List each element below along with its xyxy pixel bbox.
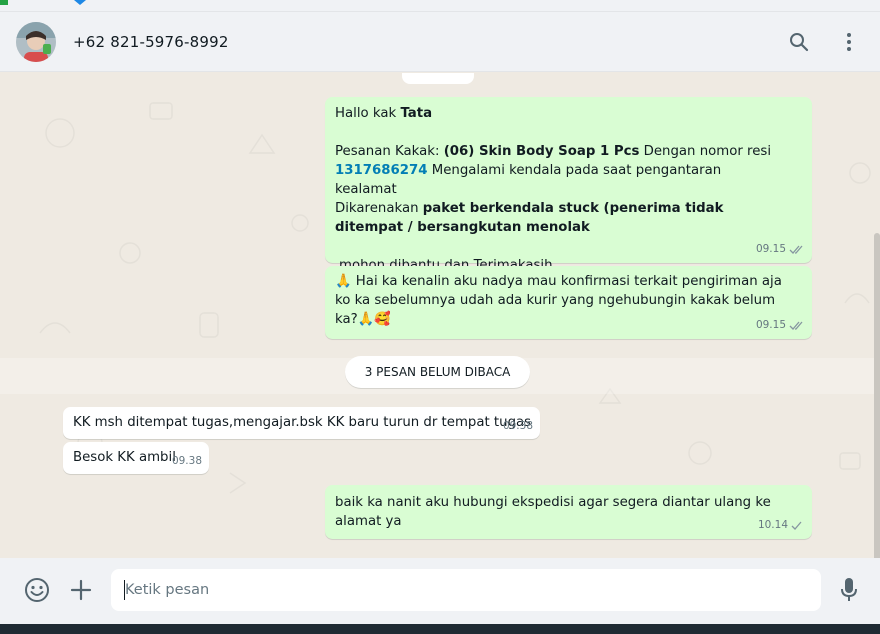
outgoing-message[interactable]: Hallo kak Tata Pesanan Kakak: (06) Skin …	[325, 97, 812, 273]
message-list[interactable]: Hallo kak Tata Pesanan Kakak: (06) Skin …	[0, 73, 880, 558]
message-text: KK msh ditempat tugas,mengajar.bsk KK ba…	[73, 415, 532, 430]
microphone-icon[interactable]	[835, 576, 863, 604]
message-time: 09.38	[502, 420, 533, 432]
message-text: baik ka nanit aku hubungi ekspedisi agar…	[335, 495, 771, 529]
message-order-details: Pesanan Kakak: (06) Skin Body Soap 1 Pcs…	[335, 144, 772, 235]
message-text: Besok KK ambil	[73, 450, 176, 465]
double-check-icon	[789, 321, 803, 330]
unread-messages-divider: 3 PESAN BELUM DIBACA	[345, 356, 530, 388]
more-vertical-icon[interactable]	[837, 30, 861, 54]
message-time: 09.38	[171, 455, 202, 467]
message-time: 10.14	[758, 516, 803, 535]
text-caret	[124, 580, 125, 600]
date-pill	[402, 73, 474, 84]
composer-bar	[0, 558, 880, 624]
tab-indicator-blue	[74, 0, 86, 5]
browser-top-strip	[0, 0, 880, 12]
tracking-number-link[interactable]: 1317686274	[335, 163, 428, 178]
message-time: 09.15	[756, 316, 805, 335]
message-input[interactable]	[111, 569, 821, 611]
emoji-icon[interactable]	[23, 576, 51, 604]
plus-icon[interactable]	[67, 576, 95, 604]
double-check-icon	[789, 245, 803, 254]
incoming-message[interactable]: KK msh ditempat tugas,mengajar.bsk KK ba…	[63, 407, 540, 439]
single-check-icon	[791, 521, 802, 530]
outgoing-message[interactable]: baik ka nanit aku hubungi ekspedisi agar…	[325, 485, 812, 539]
os-taskbar	[0, 624, 880, 634]
outgoing-message[interactable]: 🙏 Hai ka kenalin aku nadya mau konfirmas…	[325, 266, 812, 339]
tab-indicator-green	[0, 0, 8, 5]
chat-header: +62 821-5976-8992	[0, 12, 880, 72]
avatar[interactable]	[16, 22, 56, 62]
scrollbar[interactable]	[874, 233, 880, 558]
message-text: 🙏 Hai ka kenalin aku nadya mau konfirmas…	[335, 274, 782, 327]
message-time: 09.15	[756, 240, 805, 259]
message-greeting: Hallo kak Tata	[335, 106, 433, 121]
contact-name[interactable]: +62 821-5976-8992	[73, 33, 229, 51]
incoming-message[interactable]: Besok KK ambil 09.38	[63, 442, 209, 474]
search-icon[interactable]	[787, 30, 811, 54]
